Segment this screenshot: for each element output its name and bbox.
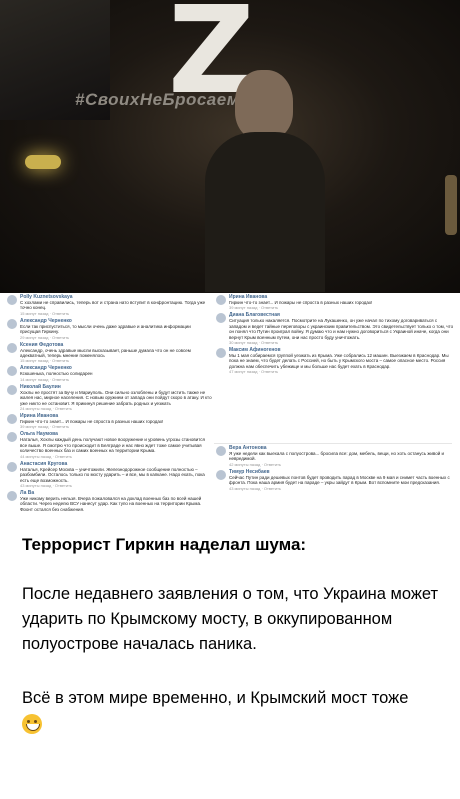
comment-text: Александр, очень здравые мысли высказыва… (20, 347, 191, 359)
comment-meta[interactable]: 42 минуты назад · Ответить (229, 462, 452, 467)
avatar[interactable] (7, 432, 17, 443)
post-caption: Террорист Гиркин наделал шума: После нед… (0, 511, 460, 799)
post: { "photo": { "logo": "Z", "hashtag": "#С… (0, 0, 460, 799)
comment-item: Николай Баулин Хохлы не простят за Бучу и… (5, 383, 212, 412)
grinning-emoji-icon (22, 713, 42, 734)
bottle-shape (445, 175, 457, 235)
comment-item: Ирина Иванова Гиркин что-то знает... И по… (5, 412, 212, 430)
avatar[interactable] (7, 318, 17, 329)
video-still-photo: Z #СвоихНеБросаем (0, 0, 460, 293)
comment-text: Ситуация только накаляется. Посмотрите н… (229, 318, 454, 340)
right-comments-column: Ирина Иванова Гиркин что-то знает... И по… (214, 293, 454, 443)
caption-paragraph-1: После недавнего заявления о том, что Укр… (22, 585, 439, 653)
comment-item: Александр Черненко Ксюшенька, полностью с… (5, 364, 212, 382)
comment-meta[interactable]: 29 минут назад · Ответить (20, 335, 212, 340)
comment-item: Ксения Федотова Александр, очень здравые … (5, 341, 212, 365)
comment-text: Сейчас Путин ради дешевых понтов будет п… (229, 474, 450, 486)
avatar[interactable] (7, 414, 17, 425)
comment-meta[interactable]: 47 минут назад · Ответить (229, 369, 454, 374)
avatar[interactable] (7, 366, 17, 377)
comment-text: Мы 1 мая собираемся группой уезжать из К… (229, 353, 449, 369)
avatar[interactable] (7, 461, 17, 472)
comment-meta[interactable]: 43 минуты назад · Ответить (229, 486, 452, 491)
comment-item: Александр Черненко Если так приспуститься… (5, 317, 212, 341)
comment-text: Наталья, Хохлы каждый день получают ново… (20, 437, 205, 454)
avatar[interactable] (216, 446, 226, 456)
comment-item: Максим Афиногенов Мы 1 мая собираемся гру… (214, 346, 454, 375)
comment-item: Диана Благовестная Ситуация только накаля… (214, 311, 454, 346)
comment-text: Я уже недели как выехала с полуострова..… (229, 451, 444, 462)
comments-collage: Polly Kuznetsovskaya С хохлами не справил… (0, 293, 460, 511)
comment-meta[interactable]: 43 минуты назад · Ответить (20, 483, 212, 488)
comment-item: Ла Вa Уже никому верить нельзя. Вчера пож… (5, 489, 212, 511)
avatar[interactable] (7, 384, 17, 395)
caption-title: Террорист Гиркин наделал шума: (22, 535, 307, 554)
comment-meta[interactable]: 39 минут назад · Ответить (20, 424, 212, 429)
comment-meta[interactable]: 24 минуты назад · Ответить (20, 406, 212, 411)
comment-item: Ирина Иванова Гиркин что-то знает... И по… (214, 293, 454, 311)
avatar[interactable] (7, 490, 17, 501)
comment-text: Хохлы не простят за Бучу и Мариуполь. Он… (20, 389, 212, 406)
avatar[interactable] (7, 295, 17, 305)
comment-item: Polly Kuznetsovskaya С хохлами не справил… (5, 293, 212, 317)
comment-item: Анастасия Кругова Наталья, Крейсер Москва… (5, 460, 212, 489)
avatar[interactable] (216, 469, 226, 480)
comment-meta[interactable]: 15 минут назад · Ответить (20, 311, 212, 316)
comment-meta[interactable]: 14 минут назад · Ответить (20, 377, 212, 382)
speaker-head (235, 70, 293, 140)
caption-paragraph-2-text: Всё в этом мире временно, и Крымский мос… (22, 689, 409, 707)
avatar[interactable] (216, 295, 226, 305)
comment-item: Вера Антонова Я уже недели как выехала с … (214, 444, 452, 468)
caption-paragraph-2: Всё в этом мире временно, и Крымский мос… (22, 686, 452, 736)
avatar[interactable] (216, 313, 226, 324)
avatar[interactable] (7, 342, 17, 353)
comment-item: Тимур Несибаев Сейчас Путин ради дешевых … (214, 468, 452, 492)
comment-item: Ольга Наумова Наталья, Хохлы каждый день … (5, 430, 212, 459)
comment-meta[interactable]: 30 минут назад · Ответить (229, 340, 454, 345)
comment-text: С хохлами не справились, теперь вот и ст… (20, 300, 206, 311)
comment-text: Уже никому верить нельзя. Вчера пожалова… (20, 495, 202, 511)
comment-text: Наталья, Крейсер Москва – уничтожили. Же… (20, 466, 205, 483)
comment-text: Если так приспуститься, то мысли очень д… (20, 323, 191, 335)
avatar[interactable] (216, 348, 226, 359)
lamp-light (25, 155, 61, 169)
speaker-figure (205, 70, 325, 292)
comment-meta[interactable]: 44 минуты назад · Ответить (20, 454, 212, 459)
left-comments-column: Polly Kuznetsovskaya С хохлами не справил… (5, 293, 212, 511)
comment-meta[interactable]: 15 минут назад · Ответить (20, 358, 212, 363)
comment-meta[interactable]: 39 минут назад · Ответить (229, 305, 454, 310)
right-lower-comments-column: Вера Антонова Я уже недели как выехала с … (214, 443, 452, 511)
speaker-body (205, 132, 325, 292)
